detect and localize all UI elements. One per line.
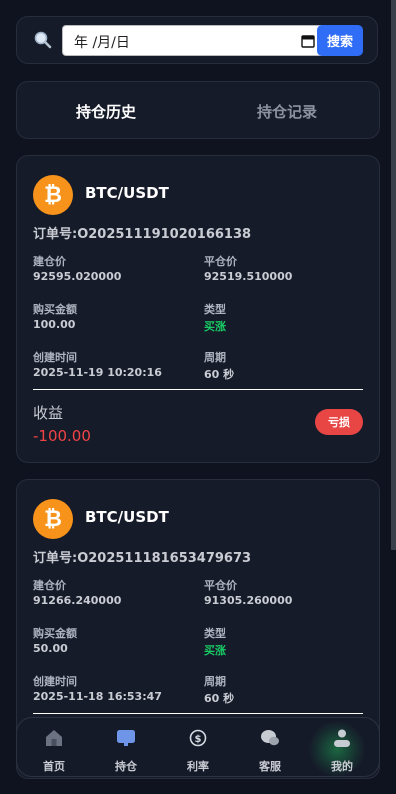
order-card: ₿ BTC/USDT 订单号:O202511191020166138 建仓价 9… xyxy=(16,155,380,463)
nav-support[interactable]: 客服 xyxy=(234,718,306,778)
nav-label: 我的 xyxy=(331,760,353,773)
type-label: 类型 xyxy=(204,303,226,316)
order-number: 订单号:O202511191020166138 xyxy=(33,227,252,242)
trading-pair: BTC/USDT xyxy=(85,184,169,202)
bottom-nav: 首页 持仓 $ 利率 客服 我的 xyxy=(16,717,380,777)
home-icon xyxy=(46,730,62,746)
bitcoin-icon: ₿ xyxy=(33,175,73,215)
open-price-label: 建仓价 xyxy=(33,579,66,592)
user-icon xyxy=(334,729,350,747)
created-label: 创建时间 xyxy=(33,675,77,688)
tab-bar: 持仓历史 持仓记录 xyxy=(16,81,380,139)
close-price-label: 平仓价 xyxy=(204,579,237,592)
nav-label: 客服 xyxy=(259,760,281,773)
close-price-value: 92519.510000 xyxy=(204,270,293,283)
period-value: 60 秒 xyxy=(204,368,235,381)
nav-label: 持仓 xyxy=(115,760,137,773)
amount-value: 100.00 xyxy=(33,318,76,331)
type-label: 类型 xyxy=(204,627,226,640)
open-price-value: 92595.020000 xyxy=(33,270,122,283)
divider xyxy=(33,713,363,714)
trading-pair: BTC/USDT xyxy=(85,508,169,526)
created-label: 创建时间 xyxy=(33,351,77,364)
date-input[interactable]: 年 /月/日 xyxy=(62,25,326,56)
chat-icon xyxy=(261,730,279,746)
nav-rates[interactable]: $ 利率 xyxy=(162,718,234,778)
profit-label: 收益 xyxy=(33,404,64,422)
position-icon xyxy=(117,730,135,746)
created-value: 2025-11-19 10:20:16 xyxy=(33,366,162,379)
type-value: 买涨 xyxy=(204,644,226,657)
svg-text:$: $ xyxy=(195,734,202,745)
loss-badge: 亏损 xyxy=(315,409,363,435)
nav-label: 利率 xyxy=(187,760,209,773)
page-scrollbar[interactable] xyxy=(391,0,396,550)
amount-value: 50.00 xyxy=(33,642,68,655)
nav-label: 首页 xyxy=(43,760,65,773)
order-number: 订单号:O202511181653479673 xyxy=(33,551,252,566)
date-input-text: 年 /月/日 xyxy=(74,35,130,51)
nav-home[interactable]: 首页 xyxy=(18,718,90,778)
period-label: 周期 xyxy=(204,351,226,364)
nav-profile[interactable]: 我的 xyxy=(306,718,378,778)
close-price-value: 91305.260000 xyxy=(204,594,293,607)
open-price-value: 91266.240000 xyxy=(33,594,122,607)
calendar-icon[interactable] xyxy=(301,34,315,48)
close-price-label: 平仓价 xyxy=(204,255,237,268)
period-value: 60 秒 xyxy=(204,692,235,705)
bitcoin-icon: ₿ xyxy=(33,499,73,539)
search-bar: 年 /月/日 搜索 xyxy=(16,16,378,64)
open-price-label: 建仓价 xyxy=(33,255,66,268)
period-label: 周期 xyxy=(204,675,226,688)
search-button[interactable]: 搜索 xyxy=(317,25,363,56)
amount-label: 购买金额 xyxy=(33,627,77,640)
profit-value: -100.00 xyxy=(33,427,91,445)
divider xyxy=(33,389,363,390)
type-value: 买涨 xyxy=(204,320,226,333)
dollar-icon: $ xyxy=(189,729,207,747)
tab-history[interactable]: 持仓历史 xyxy=(76,101,136,122)
search-icon xyxy=(34,31,52,49)
amount-label: 购买金额 xyxy=(33,303,77,316)
nav-positions[interactable]: 持仓 xyxy=(90,718,162,778)
tab-records[interactable]: 持仓记录 xyxy=(257,101,317,122)
created-value: 2025-11-18 16:53:47 xyxy=(33,690,162,703)
